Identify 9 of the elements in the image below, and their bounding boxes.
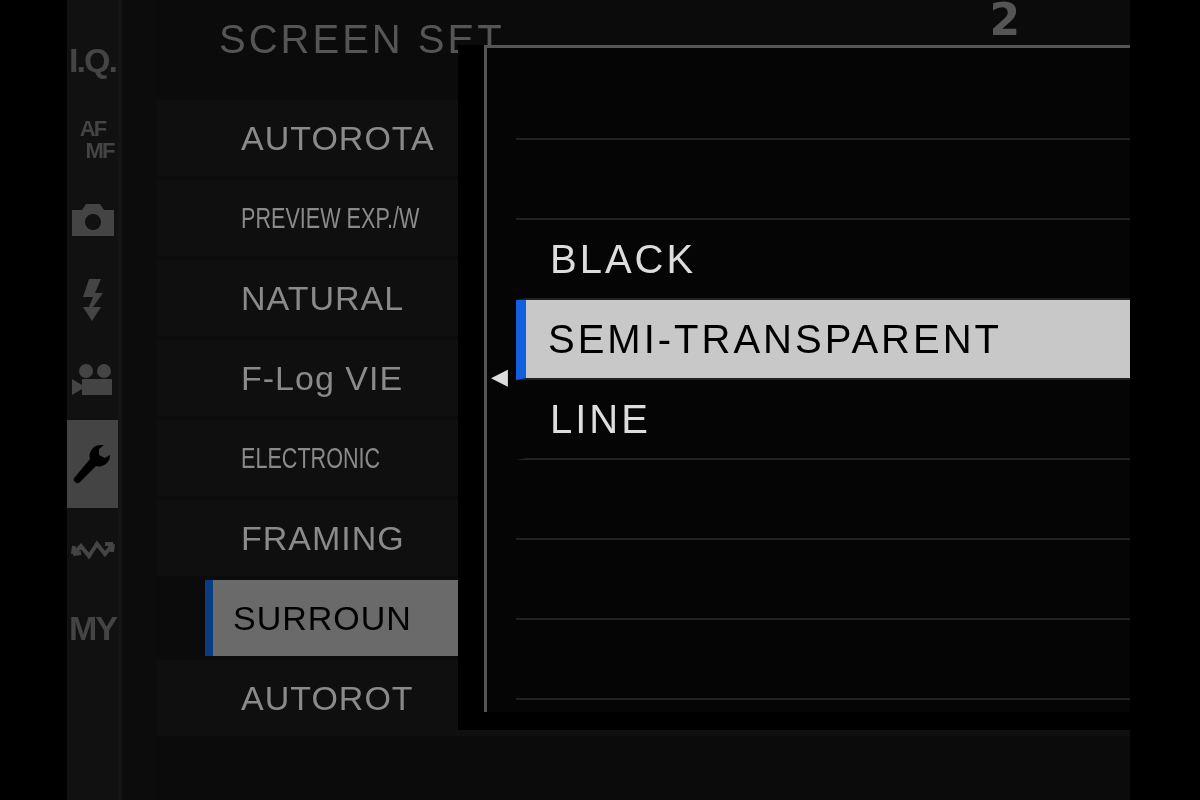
page-number: 2: [989, 0, 1020, 45]
option-item[interactable]: LINE: [516, 380, 1130, 460]
wrench-icon: [72, 443, 113, 485]
option-item[interactable]: SEMI-TRANSPARENT: [516, 300, 1130, 380]
pointer-arrow: ◀: [491, 366, 508, 388]
lightning-icon: [80, 279, 105, 321]
camera-icon: [71, 204, 114, 236]
movie-camera-icon: [71, 363, 114, 397]
menu-tab[interactable]: [67, 420, 118, 508]
